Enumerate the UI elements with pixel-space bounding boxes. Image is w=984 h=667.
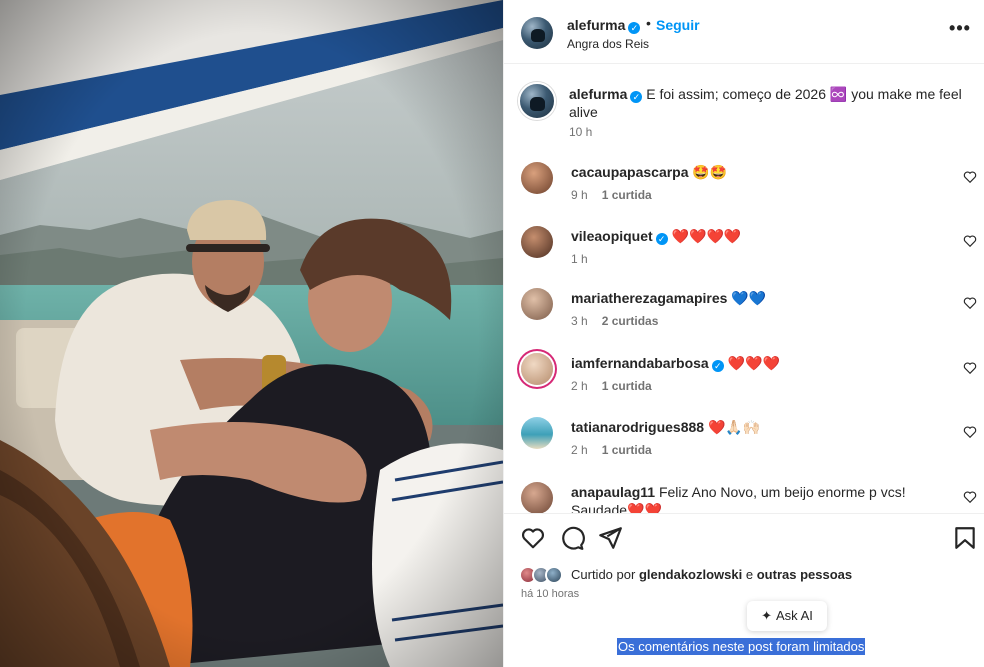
comment-item: cacaupapascarpa 🤩🤩 9 h 1 curtida — [521, 162, 984, 208]
heart-outline-icon[interactable] — [963, 425, 977, 439]
liked-by-conj: e — [745, 567, 754, 582]
comment-text: tatianarodrigues888 ❤️🙏🏻🙌🏻 — [571, 418, 931, 436]
comment-item: anapaulag11 Feliz Ano Novo, um beijo eno… — [521, 482, 984, 513]
more-options-icon[interactable]: ••• — [949, 19, 971, 42]
comment-likes[interactable]: 1 curtida — [602, 379, 652, 393]
comment-body: ❤️🙏🏻🙌🏻 — [707, 419, 761, 435]
comment-item: iamfernandabarbosa ✓ ❤️❤️❤️ 2 h 1 curtida — [521, 353, 984, 399]
comment-time[interactable]: 9 h — [571, 188, 588, 202]
comments-limited-notice: Os comentários neste post foram limitado… — [617, 638, 866, 655]
liked-by-others-link[interactable]: outras pessoas — [757, 567, 852, 582]
comment-likes[interactable]: 1 curtida — [602, 188, 652, 202]
caption-time[interactable]: 10 h — [569, 125, 592, 139]
comment-body: ❤️❤️❤️❤️ — [671, 228, 742, 244]
comment-time[interactable]: 3 h — [571, 314, 588, 328]
owner-username-text[interactable]: alefurma — [567, 17, 625, 33]
verified-badge-icon: ✓ — [630, 91, 643, 103]
bookmark-icon[interactable] — [952, 525, 978, 551]
comment-body: ❤️❤️❤️ — [727, 355, 780, 371]
heart-outline-icon[interactable] — [963, 170, 977, 184]
owner-avatar[interactable] — [521, 17, 553, 49]
comment-body: 🤩🤩 — [692, 164, 728, 180]
post-timestamp[interactable]: há 10 horas — [521, 588, 579, 600]
commenter-username[interactable]: mariatherezagamapires — [571, 290, 727, 306]
commenter-avatar[interactable] — [521, 226, 553, 258]
heart-outline-icon[interactable] — [963, 296, 977, 310]
comment-bubble-icon[interactable] — [559, 525, 585, 551]
verified-badge-icon: ✓ — [628, 22, 641, 34]
liked-by-user-link[interactable]: glendakozlowski — [639, 567, 742, 582]
ask-ai-button[interactable]: ✦ Ask AI — [747, 601, 827, 631]
commenter-username[interactable]: tatianarodrigues888 — [571, 419, 704, 435]
comment-text: anapaulag11 Feliz Ano Novo, um beijo eno… — [571, 483, 931, 513]
caption-avatar[interactable] — [518, 82, 556, 120]
heart-outline-icon[interactable] — [963, 361, 977, 375]
post-image — [0, 0, 503, 667]
comment-meta: 2 h 1 curtida — [571, 379, 666, 393]
comment-item: vileaopiquet ✓ ❤️❤️❤️❤️ 1 h — [521, 226, 984, 272]
commenter-username[interactable]: anapaulag11 — [571, 484, 655, 500]
post-actions: Curtido por glendakozlowski e outras pes… — [504, 513, 984, 663]
post-photo[interactable] — [0, 0, 503, 667]
comment-meta: 1 h — [571, 252, 602, 266]
ask-ai-label: Ask AI — [776, 608, 813, 623]
follow-button[interactable]: Seguir — [656, 17, 700, 33]
owner-username[interactable]: alefurma ✓ — [567, 17, 641, 34]
comment-text: mariatherezagamapires 💙💙 — [571, 289, 931, 307]
sparkle-icon: ✦ — [761, 608, 773, 623]
separator-dot: • — [646, 15, 651, 31]
commenter-avatar[interactable] — [521, 162, 553, 194]
comment-time[interactable]: 2 h — [571, 443, 588, 457]
comment-meta: 9 h 1 curtida — [571, 188, 666, 202]
instagram-post: alefurma ✓ • Seguir Angra dos Reis ••• al… — [0, 0, 984, 667]
location-link[interactable]: Angra dos Reis — [567, 37, 649, 51]
comment-text: cacaupapascarpa 🤩🤩 — [571, 163, 931, 181]
liked-by-prefix: Curtido por — [571, 567, 636, 582]
comment-likes[interactable]: 2 curtidas — [602, 314, 659, 328]
verified-badge-icon: ✓ — [711, 360, 724, 372]
comment-time[interactable]: 2 h — [571, 379, 588, 393]
heart-outline-icon[interactable] — [963, 490, 977, 504]
comment-item: tatianarodrigues888 ❤️🙏🏻🙌🏻 2 h 1 curtida — [521, 417, 984, 463]
liked-by-text: Curtido por glendakozlowski e outras pes… — [571, 567, 852, 582]
liker-avatar[interactable] — [545, 566, 563, 584]
commenter-avatar[interactable] — [521, 288, 553, 320]
caption-text: alefurma ✓ E foi assim; começo de 2026 ♾️… — [569, 85, 969, 121]
commenter-avatar[interactable] — [521, 417, 553, 449]
commenter-avatar-story-ring[interactable] — [521, 353, 553, 385]
post-header: alefurma ✓ • Seguir Angra dos Reis ••• — [504, 0, 984, 64]
commenter-username[interactable]: vileaopiquet — [571, 228, 653, 244]
commenter-avatar[interactable] — [521, 482, 553, 513]
caption-username[interactable]: alefurma — [569, 86, 627, 102]
commenter-username[interactable]: iamfernandabarbosa — [571, 355, 709, 371]
verified-badge-icon: ✓ — [655, 233, 668, 245]
caption-body: E foi assim; começo de 2026 ♾️ you make … — [569, 86, 962, 120]
commenter-username[interactable]: cacaupapascarpa — [571, 164, 689, 180]
heart-outline-icon[interactable] — [963, 234, 977, 248]
comment-likes[interactable]: 1 curtida — [602, 443, 652, 457]
heart-outline-icon[interactable] — [520, 525, 546, 551]
comment-text: iamfernandabarbosa ✓ ❤️❤️❤️ — [571, 354, 931, 372]
paper-plane-icon[interactable] — [597, 525, 623, 551]
comment-text: vileaopiquet ✓ ❤️❤️❤️❤️ — [571, 227, 931, 245]
post-side-panel: alefurma ✓ • Seguir Angra dos Reis ••• al… — [503, 0, 984, 667]
comment-meta: 3 h 2 curtidas — [571, 314, 672, 328]
comment-body: 💙💙 — [731, 290, 767, 306]
comment-item: mariatherezagamapires 💙💙 3 h 2 curtidas — [521, 288, 984, 334]
comment-meta: 2 h 1 curtida — [571, 443, 666, 457]
comment-time[interactable]: 1 h — [571, 252, 588, 266]
comments-list[interactable]: alefurma ✓ E foi assim; começo de 2026 ♾️… — [504, 64, 984, 513]
